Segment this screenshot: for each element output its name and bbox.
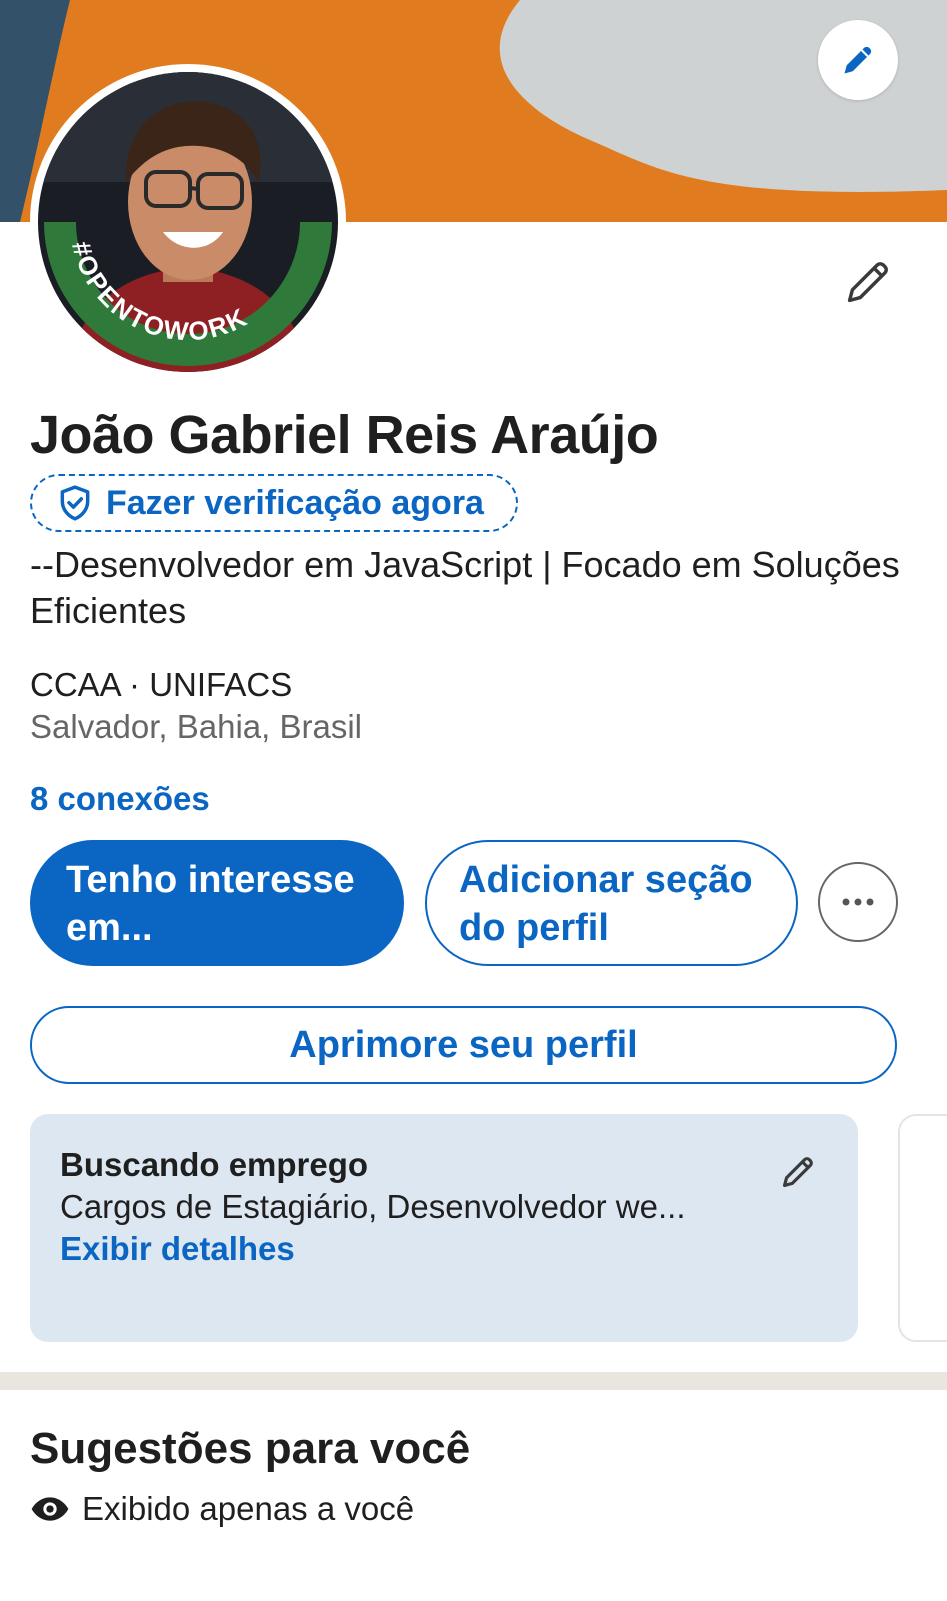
profile-photo[interactable]: #OPENTOWORK (30, 64, 346, 380)
edit-banner-button[interactable] (818, 20, 898, 100)
shield-check-icon (60, 485, 90, 521)
avatar-image: #OPENTOWORK (38, 72, 338, 372)
edit-profile-button[interactable] (838, 252, 898, 312)
improve-profile-button[interactable]: Aprimore seu perfil (30, 1006, 897, 1084)
next-card-peek[interactable] (898, 1114, 947, 1342)
more-actions-button[interactable] (818, 862, 898, 942)
profile-education: CCAA · UNIFACS (30, 666, 293, 703)
show-details-link[interactable]: Exibir detalhes (60, 1230, 295, 1268)
edit-job-preferences-button[interactable] (776, 1150, 820, 1194)
open-to-work-card: Buscando emprego Cargos de Estagiário, D… (30, 1114, 858, 1342)
connections-link[interactable]: 8 conexões (30, 780, 210, 818)
verify-now-label: Fazer verificação agora (106, 483, 484, 522)
pencil-icon (782, 1157, 813, 1188)
profile-location: Salvador, Bahia, Brasil (30, 708, 363, 745)
section-divider (0, 1372, 947, 1390)
card-title: Buscando emprego (60, 1146, 369, 1183)
profile-name: João Gabriel Reis Araújo (30, 405, 659, 465)
ellipsis-icon (842, 898, 874, 906)
open-to-button[interactable]: Tenho interesse em... (30, 840, 404, 966)
verify-now-button[interactable]: Fazer verificação agora (30, 474, 518, 532)
pencil-icon (844, 46, 872, 74)
card-description: Cargos de Estagiário, Desenvolvedor we..… (60, 1188, 686, 1225)
add-profile-section-button[interactable]: Adicionar seção do perfil (425, 840, 798, 966)
avatar: #OPENTOWORK (38, 72, 338, 372)
pencil-icon (847, 262, 888, 303)
suggestions-title: Sugestões para você (30, 1424, 471, 1473)
profile-headline: --Desenvolvedor em JavaScript | Focado e… (30, 544, 900, 631)
visibility-note: Exibido apenas a você (30, 1490, 414, 1528)
visibility-label: Exibido apenas a você (82, 1490, 415, 1527)
eye-icon (31, 1497, 69, 1521)
